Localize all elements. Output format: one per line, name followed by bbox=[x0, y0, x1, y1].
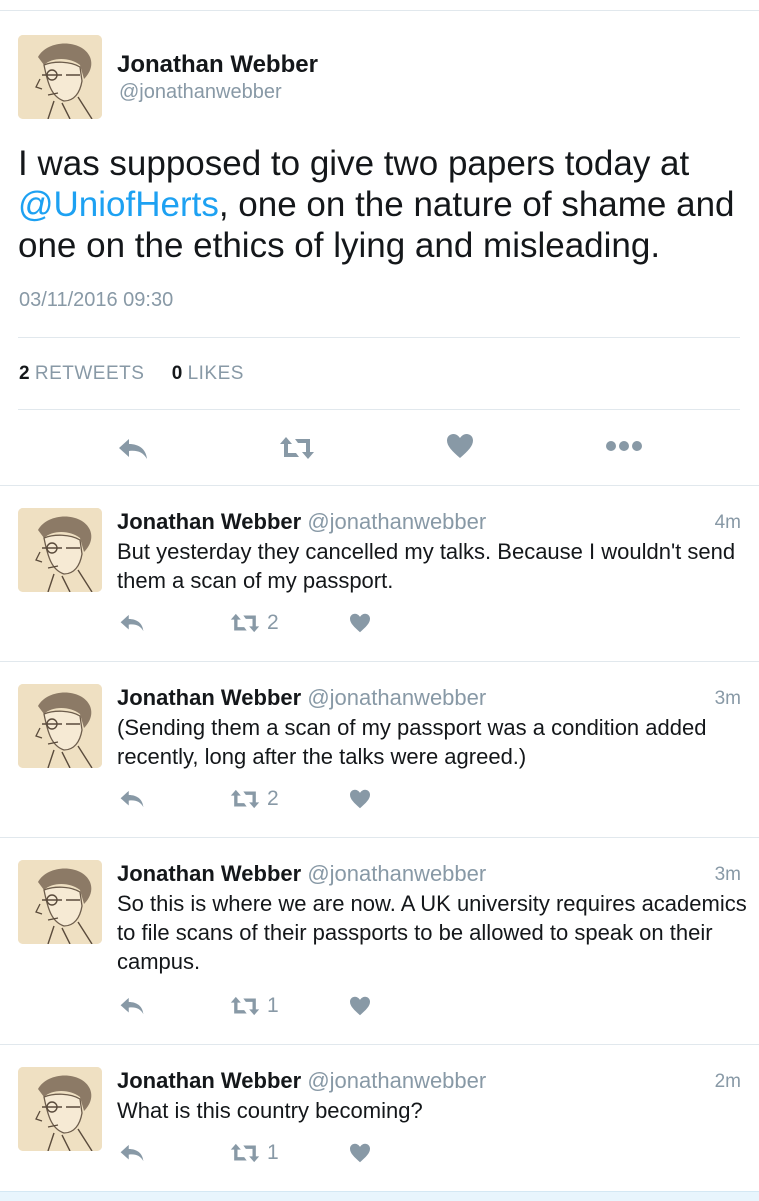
heart-icon bbox=[447, 434, 473, 458]
like-button[interactable] bbox=[446, 433, 474, 459]
author-name[interactable]: Jonathan Webber bbox=[117, 51, 318, 79]
reply-text: What is this country becoming? bbox=[117, 1098, 423, 1123]
divider bbox=[18, 409, 740, 410]
reply-text: So this is where we are now. A UK univer… bbox=[117, 891, 747, 974]
avatar[interactable] bbox=[18, 508, 102, 592]
reply-icon bbox=[120, 614, 144, 632]
reply-text: (Sending them a scan of my passport was … bbox=[117, 715, 707, 769]
reply-tweet[interactable]: Jonathan Webber @jonathanwebber 4m But y… bbox=[0, 486, 759, 661]
reply-icon bbox=[120, 997, 144, 1015]
reply-icon bbox=[119, 439, 147, 459]
heart-icon bbox=[350, 789, 370, 809]
reply-button[interactable] bbox=[119, 789, 145, 809]
reply-button[interactable] bbox=[119, 996, 145, 1016]
retweet-icon bbox=[230, 996, 260, 1016]
like-button[interactable] bbox=[349, 613, 371, 633]
retweet-button[interactable]: 2 bbox=[230, 787, 279, 811]
retweet-count: 2 bbox=[267, 787, 279, 810]
reply-header: Jonathan Webber @jonathanwebber bbox=[117, 1068, 486, 1094]
more-icon bbox=[606, 441, 642, 451]
retweet-button[interactable]: 2 bbox=[230, 611, 279, 635]
reply-actions: 2 bbox=[0, 611, 759, 639]
avatar-sketch-icon bbox=[18, 1067, 102, 1151]
likes-stat[interactable]: 0 LIKES bbox=[172, 363, 244, 384]
tweet-timestamp[interactable]: 03/11/2016 09:30 bbox=[19, 289, 173, 312]
avatar[interactable] bbox=[18, 860, 102, 944]
reply-header: Jonathan Webber @jonathanwebber bbox=[117, 509, 486, 535]
retweet-count: 1 bbox=[267, 994, 279, 1017]
reply-time[interactable]: 3m bbox=[715, 688, 741, 710]
reply-actions: 1 bbox=[0, 994, 759, 1022]
reply-button[interactable] bbox=[119, 1143, 145, 1163]
retweet-icon bbox=[280, 437, 314, 459]
author-handle[interactable]: @jonathanwebber bbox=[307, 1068, 486, 1093]
author-handle[interactable]: @jonathanwebber bbox=[307, 509, 486, 534]
reply-actions: 1 bbox=[0, 1141, 759, 1169]
likes-count: 0 bbox=[171, 363, 183, 384]
reply-button[interactable] bbox=[119, 613, 145, 633]
retweets-label: RETWEETS bbox=[34, 363, 145, 384]
heart-icon bbox=[350, 996, 370, 1016]
reply-time[interactable]: 4m bbox=[715, 512, 741, 534]
author-handle[interactable]: @jonathanwebber bbox=[307, 861, 486, 886]
avatar-sketch-icon bbox=[18, 860, 102, 944]
author-name[interactable]: Jonathan Webber bbox=[117, 861, 301, 886]
author-handle[interactable]: @jonathanwebber bbox=[307, 685, 486, 710]
tweet-text: I was supposed to give two papers today … bbox=[18, 143, 748, 266]
tweet-stats: 2 RETWEETS 0 LIKES bbox=[19, 363, 266, 385]
reply-tweet[interactable]: Jonathan Webber @jonathanwebber 2m What … bbox=[0, 1045, 759, 1191]
avatar[interactable] bbox=[18, 1067, 102, 1151]
retweet-button[interactable]: 1 bbox=[230, 994, 279, 1018]
author-name[interactable]: Jonathan Webber bbox=[117, 509, 301, 534]
reply-button[interactable] bbox=[117, 437, 149, 461]
tweet-actions bbox=[0, 431, 759, 465]
avatar-sketch-icon bbox=[18, 508, 102, 592]
author-handle[interactable]: @jonathanwebber bbox=[119, 81, 282, 104]
retweet-count: 1 bbox=[267, 1141, 279, 1164]
heart-icon bbox=[350, 613, 370, 633]
retweet-button[interactable]: 1 bbox=[230, 1141, 279, 1165]
author-name[interactable]: Jonathan Webber bbox=[117, 1068, 301, 1093]
reply-header: Jonathan Webber @jonathanwebber bbox=[117, 685, 486, 711]
heart-icon bbox=[350, 1143, 370, 1163]
likes-label: LIKES bbox=[187, 363, 244, 384]
reply-text: But yesterday they cancelled my talks. B… bbox=[117, 539, 736, 593]
retweets-stat[interactable]: 2 RETWEETS bbox=[19, 363, 144, 384]
author-name[interactable]: Jonathan Webber bbox=[117, 685, 301, 710]
retweet-count: 2 bbox=[267, 611, 279, 634]
reply-time[interactable]: 3m bbox=[715, 864, 741, 886]
main-tweet: Jonathan Webber @jonathanwebber I was su… bbox=[0, 11, 759, 485]
avatar[interactable] bbox=[18, 684, 102, 768]
reply-tweet[interactable]: Jonathan Webber @jonathanwebber 3m (Send… bbox=[0, 662, 759, 837]
reply-header: Jonathan Webber @jonathanwebber bbox=[117, 861, 486, 887]
like-button[interactable] bbox=[349, 789, 371, 809]
avatar-sketch-icon bbox=[18, 35, 102, 119]
like-button[interactable] bbox=[349, 996, 371, 1016]
avatar[interactable] bbox=[18, 35, 102, 119]
reply-icon bbox=[120, 790, 144, 808]
reply-time[interactable]: 2m bbox=[715, 1071, 741, 1093]
reply-actions: 2 bbox=[0, 787, 759, 815]
more-button[interactable] bbox=[605, 439, 643, 453]
reply-icon bbox=[120, 1144, 144, 1162]
like-button[interactable] bbox=[349, 1143, 371, 1163]
mention-link[interactable]: @UniofHerts bbox=[18, 185, 219, 224]
retweet-button[interactable] bbox=[279, 435, 315, 461]
retweet-icon bbox=[230, 613, 260, 633]
reply-tweet[interactable]: Jonathan Webber @jonathanwebber 3m So th… bbox=[0, 838, 759, 1044]
retweet-icon bbox=[230, 789, 260, 809]
avatar-sketch-icon bbox=[18, 684, 102, 768]
tweet-text-part: I was supposed to give two papers today … bbox=[18, 144, 690, 183]
retweets-count: 2 bbox=[19, 363, 30, 384]
retweet-icon bbox=[230, 1143, 260, 1163]
divider bbox=[18, 337, 740, 338]
